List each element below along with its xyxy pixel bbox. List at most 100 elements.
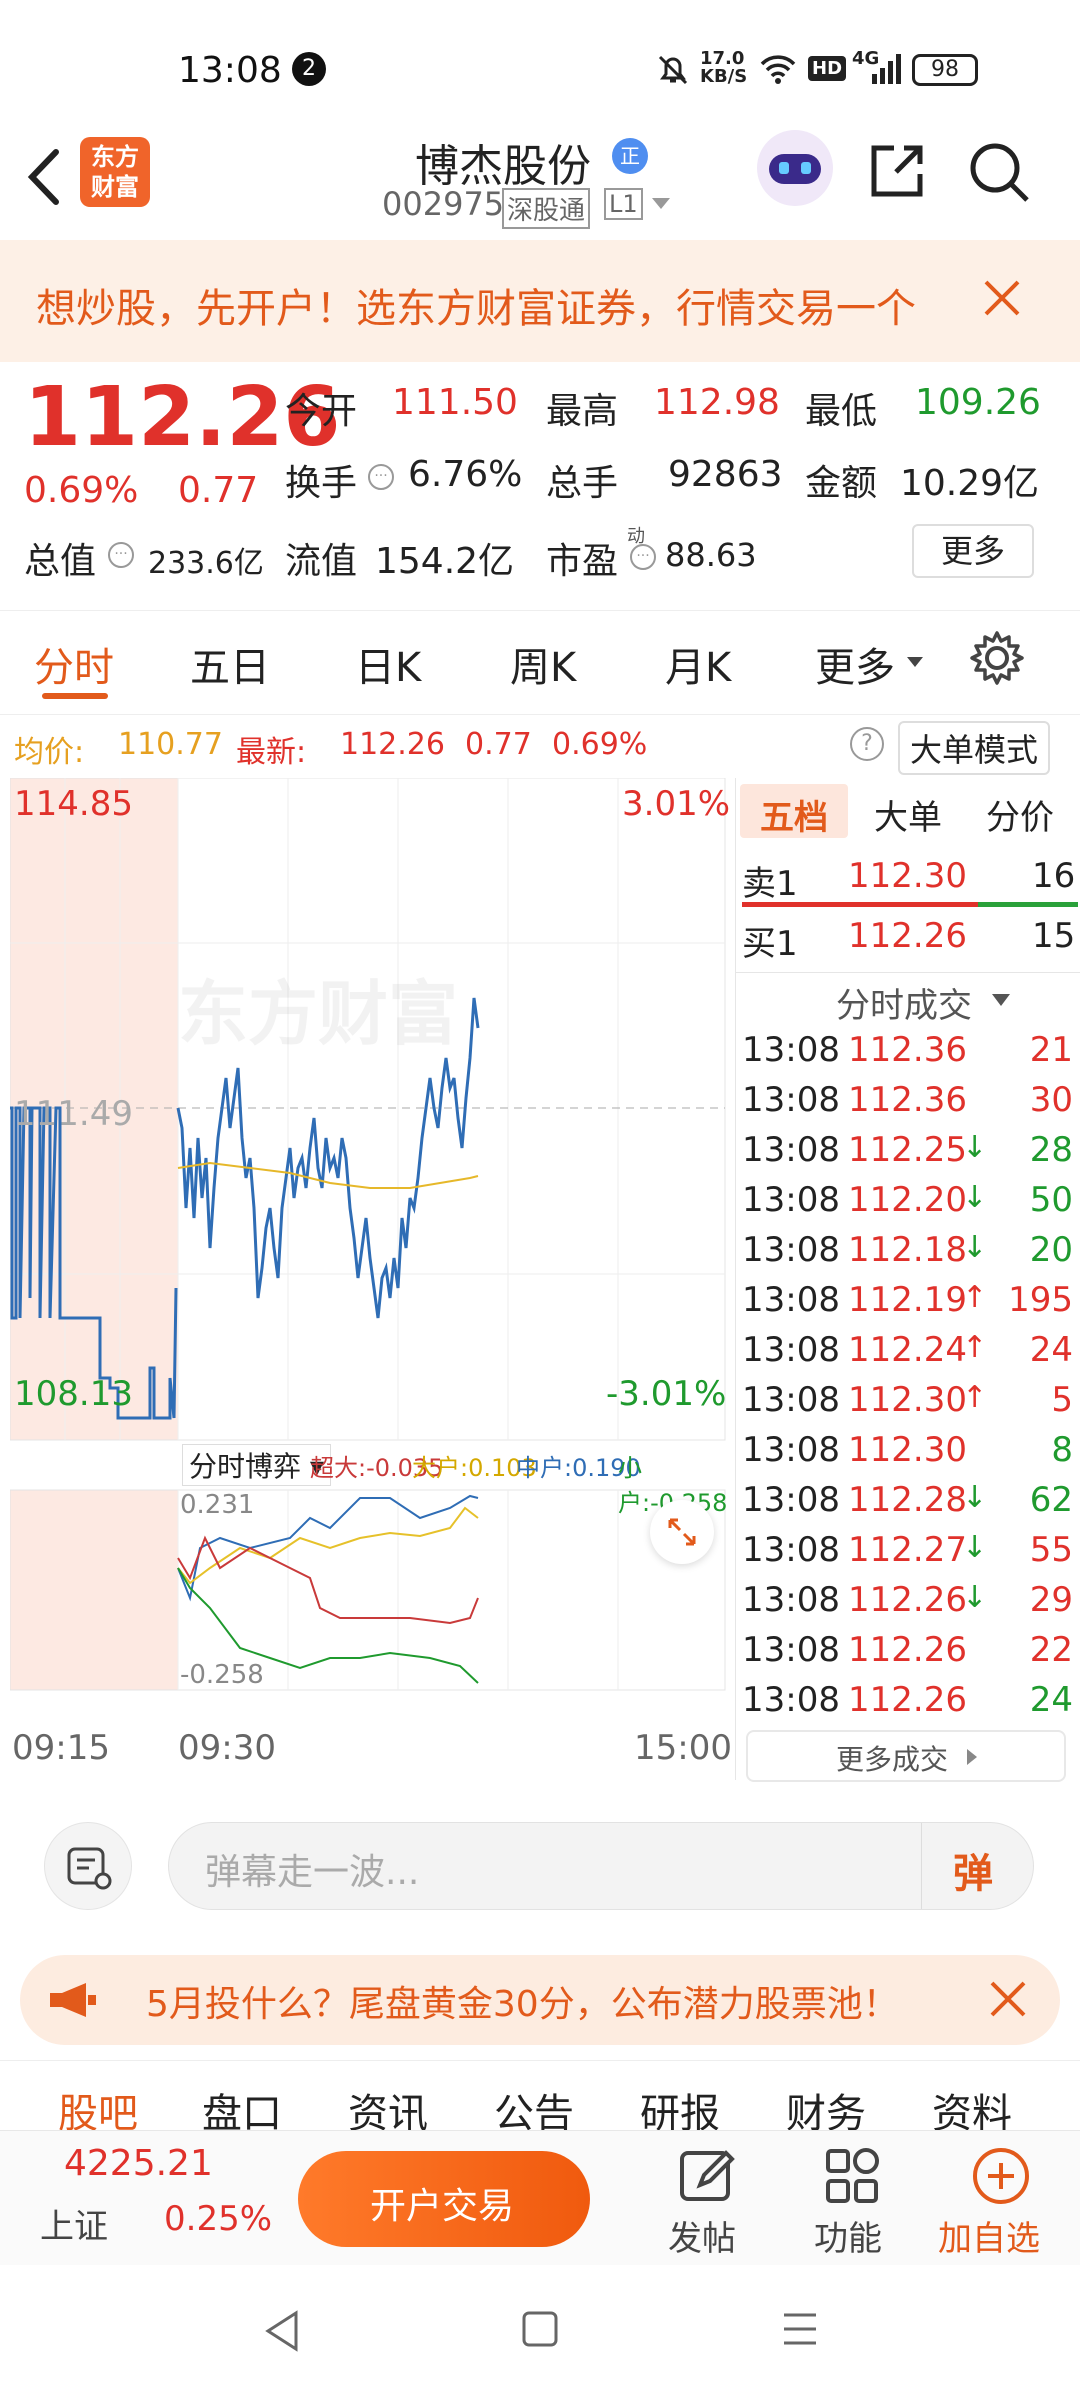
help-icon[interactable]: ? [850, 727, 884, 761]
expand-icon [668, 1518, 696, 1546]
stock-code: 002975 [382, 185, 505, 223]
info-icon[interactable]: ··· [368, 464, 394, 490]
flow-select[interactable]: 分时博弈 ▾ [182, 1444, 331, 1486]
battery-level: 98 [931, 57, 959, 82]
big-order-mode-button[interactable]: 大单模式 [898, 721, 1051, 775]
share-icon[interactable] [866, 140, 928, 202]
functions-button[interactable]: 功能 [796, 2141, 916, 2261]
robot-avatar[interactable] [757, 130, 833, 206]
caret-down-icon [992, 994, 1010, 1006]
back-icon[interactable] [20, 142, 70, 212]
tick-time: 13:08 [742, 1430, 840, 1470]
promo-banner[interactable]: 5月投什么？尾盘黄金30分，公布潜力股票池！ [20, 1955, 1060, 2045]
tick-time: 13:08 [742, 1080, 840, 1120]
change-pct: 0.69% [24, 470, 139, 511]
mktcap-label: 总值 [24, 541, 97, 582]
tick-price: 112.36 [848, 1030, 967, 1070]
more-button[interactable]: 更多 [912, 524, 1034, 578]
tick-volume: 62 [1029, 1480, 1073, 1520]
tab-announcements[interactable]: 公告 [494, 2081, 574, 2130]
nav-menu-icon[interactable] [780, 2311, 820, 2347]
nav-back-icon[interactable] [262, 2309, 302, 2353]
tab-five-day[interactable]: 五日 [190, 635, 270, 693]
tab-more[interactable]: 更多 [815, 635, 895, 693]
tab-guba[interactable]: 股吧 [58, 2081, 138, 2130]
tick-volume: 28 [1029, 1130, 1073, 1170]
chart-tabs: 分时 五日 日K 周K 月K 更多 [0, 610, 1080, 715]
tab-big-order[interactable]: 大单 [874, 790, 942, 839]
flow-select-label: 分时博弈 [189, 1450, 302, 1483]
tick-volume: 5 [1051, 1380, 1073, 1420]
net-speed: 17.0 KB/S [700, 50, 747, 86]
tick-arrow: ↑ [962, 1330, 988, 1365]
tick-time: 13:08 [742, 1480, 840, 1520]
flow-super-line [177, 1535, 479, 1625]
time-start: 09:15 [12, 1728, 110, 1768]
tick-arrow: ↓ [962, 1530, 988, 1565]
tab-research[interactable]: 研报 [640, 2081, 720, 2130]
grid-icon [826, 2148, 879, 2203]
low-label: 最低 [805, 391, 878, 432]
tick-time: 13:08 [742, 1680, 840, 1720]
turnover-label: 换手 [285, 463, 358, 504]
tick-time: 13:08 [742, 1130, 840, 1170]
comment-bar: 弹幕走一波... 弹 [0, 1790, 1080, 1940]
tab-price-dist[interactable]: 分价 [986, 790, 1054, 839]
functions-label: 功能 [814, 2219, 882, 2259]
mute-icon [658, 55, 688, 85]
index-ticker[interactable]: 4225.21 上证 0.25% [0, 2131, 290, 2266]
danmu-settings-button[interactable] [44, 1822, 132, 1910]
ticks-title[interactable]: 分时成交 [836, 978, 972, 1027]
tab-fenshi[interactable]: 分时 [34, 635, 114, 693]
avg-price-line [177, 1161, 479, 1189]
index-pct: 0.25% [164, 2199, 273, 2239]
tick-row: 13:08 112.36 21 [736, 1030, 1080, 1080]
tick-row: 13:08 112.36 30 [736, 1080, 1080, 1130]
intraday-chart[interactable]: 114.85 111.49 108.13 3.01% -3.01% 东方财富 分… [10, 778, 735, 1780]
open-account-trade-button[interactable]: 开户交易 [298, 2151, 590, 2247]
close-icon[interactable] [980, 276, 1024, 320]
tick-arrow: ↓ [962, 1130, 988, 1165]
tick-volume: 195 [1008, 1280, 1073, 1320]
info-icon[interactable]: ··· [108, 542, 134, 568]
tick-volume: 21 [1029, 1030, 1073, 1070]
tab-month-k[interactable]: 月K [665, 635, 731, 693]
divider [736, 972, 1080, 973]
pct-axis-top: 3.01% [622, 784, 731, 824]
tab-finance[interactable]: 财务 [786, 2081, 866, 2130]
y-axis-top: 114.85 [14, 784, 133, 824]
tab-week-k[interactable]: 周K [510, 635, 576, 693]
volume-label: 总手 [546, 463, 619, 504]
danmu-input[interactable]: 弹幕走一波... 弹 [168, 1822, 1034, 1910]
tick-arrow: ↓ [962, 1180, 988, 1215]
app-logo[interactable]: 东方 财富 [80, 137, 150, 207]
tab-pankou[interactable]: 盘口 [202, 2081, 282, 2130]
search-icon[interactable] [967, 140, 1031, 204]
order-book-panel: 五档 大单 分价 卖1 112.30 16 买1 112.26 15 分时成交 … [735, 778, 1080, 1782]
tab-day-k[interactable]: 日K [355, 635, 421, 693]
settings-gear-icon[interactable] [968, 629, 1026, 687]
close-icon[interactable] [988, 1979, 1028, 2019]
tick-arrow: ↑ [962, 1280, 988, 1315]
tab-news[interactable]: 资讯 [348, 2081, 428, 2130]
tab-five-level[interactable]: 五档 [760, 790, 828, 839]
more-ticks-button[interactable]: 更多成交 [746, 1730, 1066, 1782]
open-account-banner[interactable]: 想炒股，先开户！选东方财富证券，行情交易一个 [0, 240, 1080, 362]
amount-value: 10.29亿 [900, 463, 1040, 504]
tick-price: 112.24 [848, 1330, 967, 1370]
flow-legend: 分时博弈 ▾ 超大:-0.035 大户:0.103 中户:0.190 小户:-0… [10, 1438, 735, 1517]
dropdown-icon[interactable] [650, 196, 672, 212]
tab-profile[interactable]: 资料 [932, 2081, 1012, 2130]
add-watchlist-button[interactable]: 加自选 [930, 2141, 1070, 2261]
tick-volume: 30 [1029, 1080, 1073, 1120]
danmu-toggle-icon[interactable]: 弹 [953, 1841, 993, 1899]
tick-row: 13:08 112.27 ↓ 55 [736, 1530, 1080, 1580]
logo-line2: 财富 [91, 173, 139, 201]
float-label: 流值 [285, 541, 358, 582]
tick-time: 13:08 [742, 1580, 840, 1620]
post-button[interactable]: 发帖 [650, 2141, 770, 2261]
nav-home-icon[interactable] [520, 2309, 560, 2349]
open-label: 今开 [285, 391, 358, 432]
info-icon[interactable]: ··· [630, 544, 656, 570]
expand-button[interactable] [650, 1500, 714, 1564]
